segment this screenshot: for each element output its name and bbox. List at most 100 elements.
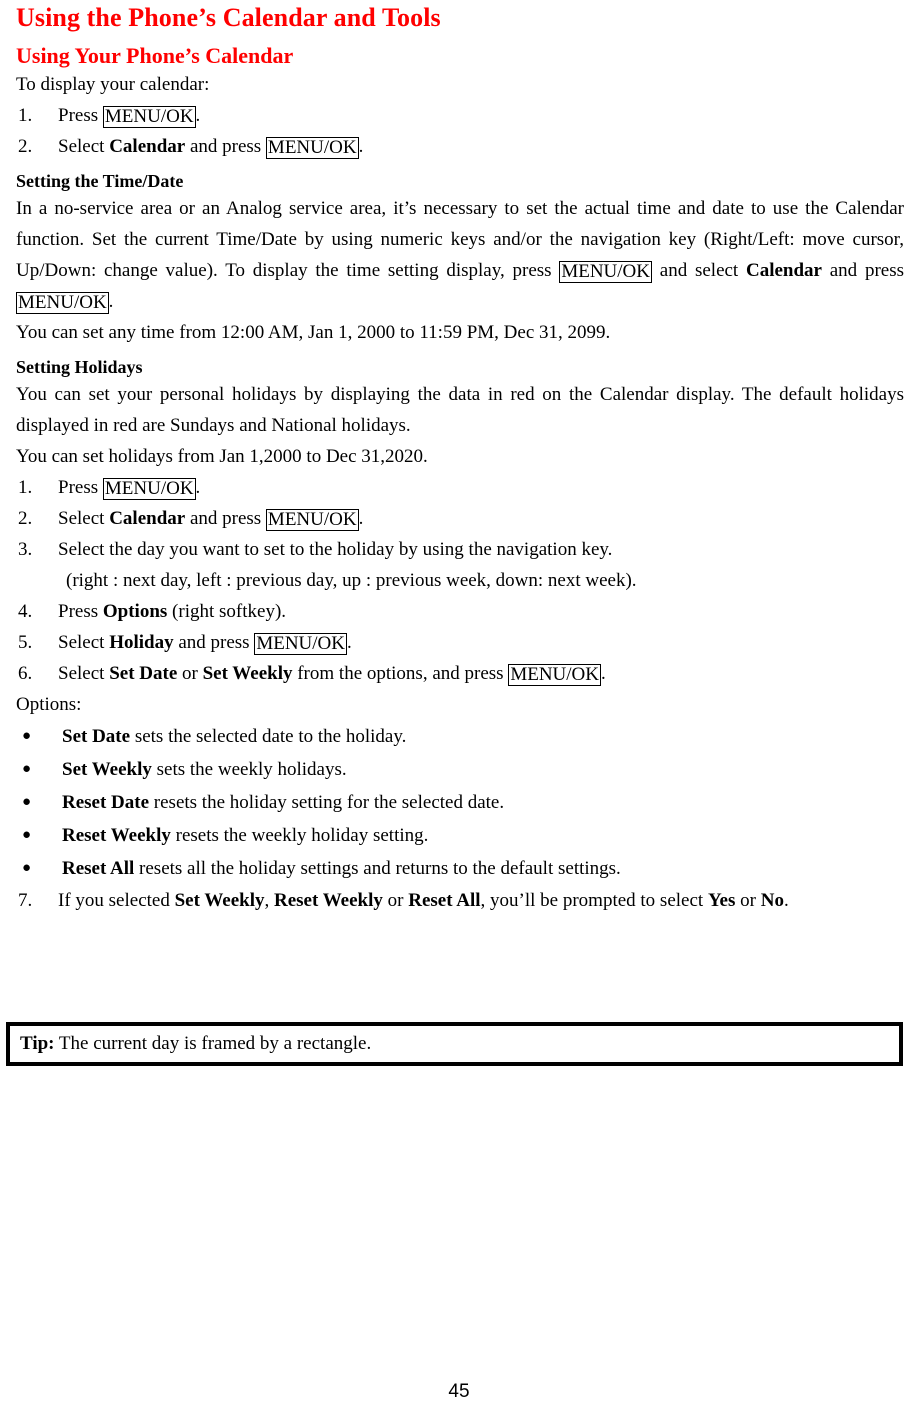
time-date-text-c: and press — [821, 260, 904, 281]
menu-label-holiday: Holiday — [109, 632, 174, 653]
menu-label-calendar: Calendar — [109, 136, 186, 157]
step-text-tail: . — [358, 136, 364, 157]
step-number: 2. — [18, 136, 33, 157]
step-text: Select — [58, 136, 110, 157]
tip-body-text: The current day is framed by a rectangle… — [54, 1033, 372, 1054]
step-text-mid3: , you’ll be prompted to select — [480, 890, 708, 911]
menu-label-set-weekly: Set Weekly — [202, 663, 293, 684]
time-range-line: You can set any time from 12:00 AM, Jan … — [16, 322, 611, 343]
step-number: 5. — [18, 632, 33, 653]
step-number: 1. — [18, 477, 33, 498]
holidays-paragraph: You can set your personal holidays by di… — [16, 384, 904, 436]
list-item: ● Reset Date resets the holiday setting f… — [16, 786, 904, 819]
tip-label: Tip: — [20, 1033, 55, 1054]
step-number: 2. — [18, 508, 33, 529]
step-number: 6. — [18, 663, 33, 684]
step-text: Select — [58, 663, 110, 684]
step-number: 1. — [18, 105, 33, 126]
option-term: Set Weekly — [62, 759, 152, 780]
bullet-icon: ● — [22, 728, 32, 744]
step-text-tail: . — [600, 663, 606, 684]
menu-ok-key[interactable]: MENU/OK — [102, 106, 196, 128]
option-description: resets the weekly holiday setting. — [170, 825, 429, 846]
menu-ok-key[interactable]: MENU/OK — [265, 137, 359, 159]
menu-ok-key[interactable]: MENU/OK — [265, 509, 359, 531]
step-text-mid: and press — [185, 136, 266, 157]
step-text-tail: . — [195, 477, 201, 498]
subheading-setting-time-date: Setting the Time/Date — [16, 171, 184, 191]
option-description: resets the holiday setting for the selec… — [149, 792, 505, 813]
menu-ok-key[interactable]: MENU/OK — [559, 261, 652, 283]
list-item: ● Reset Weekly resets the weekly holiday … — [16, 819, 904, 852]
step-text-tail: (right softkey). — [167, 601, 287, 622]
list-item: ● Set Weekly sets the weekly holidays. — [16, 753, 904, 786]
step-item: 3. Select the day you want to set to the … — [16, 534, 904, 596]
time-date-paragraph: In a no-service area or an Analog servic… — [16, 193, 904, 317]
bullet-icon: ● — [22, 827, 32, 843]
page-title: Using the Phone’s Calendar and Tools — [16, 3, 441, 32]
option-term: Reset All — [62, 858, 135, 879]
step-subline: (right : next day, left : previous day, … — [66, 570, 637, 591]
menu-label-reset-weekly: Reset Weekly — [274, 890, 383, 911]
step-text-mid4: or — [735, 890, 761, 911]
calendar-display-steps: 1. Press MENU/OK. 2. Select Calendar and p… — [16, 100, 904, 162]
step-text-tail: . — [347, 632, 352, 653]
holidays-range-line: You can set holidays from Jan 1,2000 to … — [16, 446, 428, 467]
option-description: resets all the holiday settings and retu… — [134, 858, 621, 879]
bullet-icon: ● — [22, 761, 32, 777]
softkey-label-options: Options — [102, 601, 168, 622]
menu-label-no: No — [760, 890, 784, 911]
time-date-text-b: and select — [652, 260, 746, 281]
step-number: 7. — [18, 890, 33, 911]
step-number: 3. — [18, 539, 33, 560]
page-number: 45 — [448, 1381, 470, 1402]
manual-page: Using the Phone’s Calendar and Tools Usi… — [0, 0, 918, 1415]
tip-inner-frame: Tip: The current day is framed by a rect… — [9, 1025, 900, 1063]
menu-label-set-weekly: Set Weekly — [174, 890, 265, 911]
step-text-mid2: or — [382, 890, 409, 911]
subheading-setting-holidays: Setting Holidays — [16, 357, 143, 377]
menu-label-reset-all: Reset All — [408, 890, 481, 911]
holiday-steps-continued: 7. If you selected Set Weekly, Reset Week… — [16, 885, 904, 916]
step-text-mid: , — [264, 890, 274, 911]
bullet-icon: ● — [22, 860, 32, 876]
menu-ok-key[interactable]: MENU/OK — [508, 664, 601, 686]
step-item: 7. If you selected Set Weekly, Reset Week… — [16, 885, 904, 916]
step-item: 2. Select Calendar and press MENU/OK. — [16, 503, 904, 534]
menu-ok-key[interactable]: MENU/OK — [16, 292, 109, 314]
step-text-mid: and press — [185, 508, 266, 529]
page-content: Using the Phone’s Calendar and Tools Usi… — [16, 0, 904, 916]
step-number: 4. — [18, 601, 33, 622]
step-text: Select — [58, 632, 110, 653]
menu-label-set-date: Set Date — [109, 663, 178, 684]
section-heading-calendar: Using Your Phone’s Calendar — [16, 43, 294, 68]
option-description: sets the selected date to the holiday. — [130, 726, 407, 747]
menu-ok-key[interactable]: MENU/OK — [102, 478, 196, 500]
tip-content: Tip: The current day is framed by a rect… — [20, 1033, 371, 1055]
menu-ok-key[interactable]: MENU/OK — [254, 633, 347, 655]
step-text-tail: . — [358, 508, 364, 529]
options-label: Options: — [16, 694, 82, 715]
step-text: Press — [58, 477, 103, 498]
step-item: 4. Press Options (right softkey). — [16, 596, 904, 627]
menu-label-calendar: Calendar — [745, 260, 822, 281]
tip-callout-box: Tip: The current day is framed by a rect… — [6, 1022, 903, 1066]
bullet-icon: ● — [22, 794, 32, 810]
menu-label-calendar: Calendar — [109, 508, 186, 529]
step-item: 1. Press MENU/OK. — [16, 472, 904, 503]
step-text: If you selected — [58, 890, 175, 911]
step-item: 2. Select Calendar and press MENU/OK. — [16, 131, 904, 162]
menu-label-yes: Yes — [707, 890, 736, 911]
step-text-mid: or — [177, 663, 203, 684]
option-term: Reset Date — [62, 792, 150, 813]
option-term: Set Date — [62, 726, 131, 747]
holiday-options-list: ● Set Date sets the selected date to the … — [16, 720, 904, 885]
step-text-mid: and press — [173, 632, 255, 653]
step-item: 5. Select Holiday and press MENU/OK. — [16, 627, 904, 658]
step-item: 6. Select Set Date or Set Weekly from the… — [16, 658, 904, 689]
intro-line: To display your calendar: — [16, 74, 210, 95]
step-text: Press — [58, 105, 103, 126]
step-text: Press — [58, 601, 103, 622]
step-item: 1. Press MENU/OK. — [16, 100, 904, 131]
step-text-mid2: from the options, and press — [292, 663, 509, 684]
